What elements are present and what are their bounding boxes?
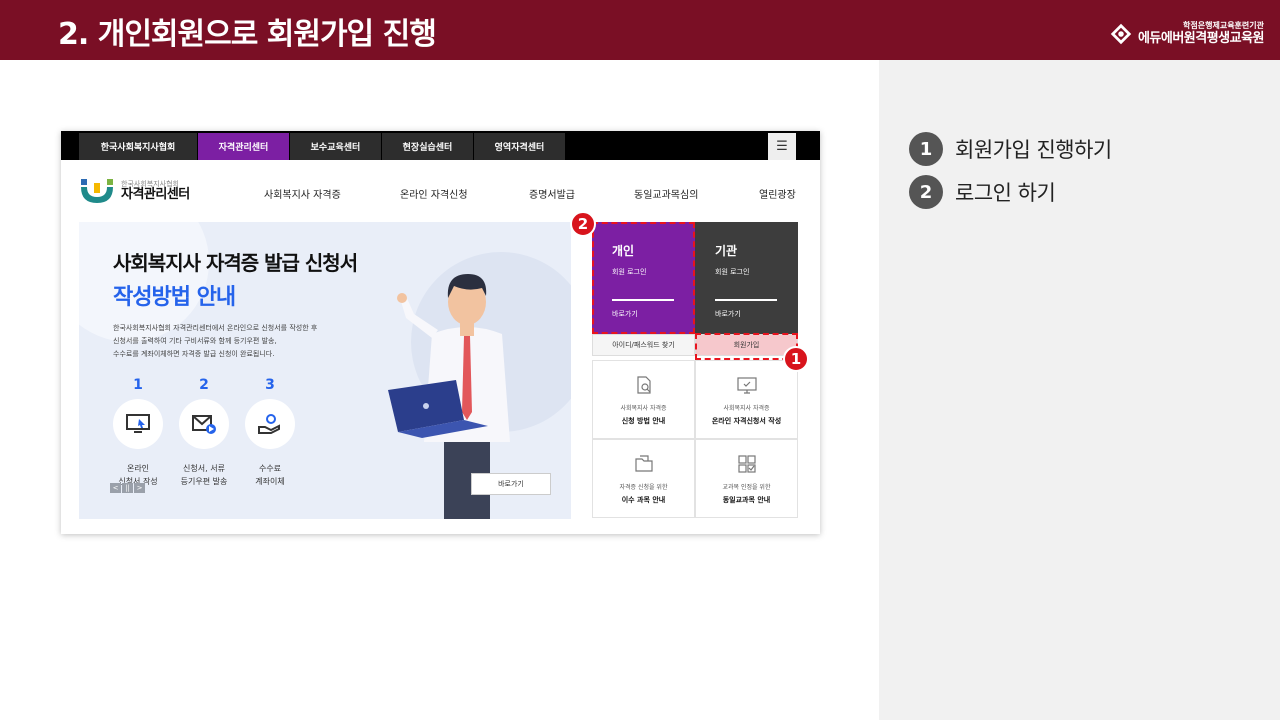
slide: 2. 개인회원으로 회원가입 진행 학점은행제교육훈련기관 에듀에버원격평생교육… [0, 0, 1280, 720]
monitor-cursor-icon [113, 399, 163, 449]
top-nav-domain-qualification[interactable]: 영역자격센터 [474, 133, 565, 160]
gnb-social-worker-license[interactable]: 사회복지사 자격증 [264, 186, 341, 201]
org-login-title: 기관 [715, 244, 738, 258]
monitor-icon [736, 377, 757, 394]
gnb-certificate-issue[interactable]: 증명서발급 [529, 186, 575, 201]
slider-pause-button[interactable]: || [122, 483, 133, 493]
slider-next-button[interactable]: > [134, 483, 145, 493]
org-login-box[interactable]: 기관 회원 로그인 바로가기 [695, 222, 798, 334]
gnb-online-application[interactable]: 온라인 자격신청 [400, 186, 468, 201]
step-text: 로그인 하기 [955, 181, 1056, 205]
hand-coin-icon [245, 399, 295, 449]
top-nav-association[interactable]: 한국사회복지사협회 [79, 133, 197, 160]
instruction-step-2: 2 로그인 하기 [909, 175, 1056, 209]
quick-link-online-form[interactable]: 사회복지사 자격증 온라인 자격신청서 작성 [695, 360, 798, 439]
step-text: 회원가입 진행하기 [955, 138, 1112, 162]
step-number: 2 [909, 175, 943, 209]
folder-icon [634, 455, 653, 472]
site-logo-mark-icon [81, 179, 113, 203]
brand-name: 에듀에버원격평생교육원 [1137, 31, 1265, 46]
slide-header: 2. 개인회원으로 회원가입 진행 학점은행제교육훈련기관 에듀에버원격평생교육… [0, 0, 1280, 60]
instruction-step-1: 1 회원가입 진행하기 [909, 132, 1112, 166]
hero-description: 한국사회복지사협회 자격관리센터에서 온라인으로 신청서를 작성한 후 신청서를… [113, 324, 318, 358]
hero-step-label: 수수료 계좌이체 [255, 464, 285, 486]
site-logo[interactable]: 한국사회복지사협회 자격관리센터 [79, 178, 190, 204]
gnb-course-review[interactable]: 동일교과목심의 [634, 186, 698, 201]
hero-banner: 사회복지사 자격증 발급 신청서 작성방법 안내 한국사회복지사협회 자격관리센… [79, 222, 571, 519]
logo-center-name: 자격관리센터 [121, 187, 190, 202]
quick-link-equivalent-courses[interactable]: 교과목 인정을 위한 동일교과목 안내 [695, 439, 798, 518]
brand-logo: 학점은행제교육훈련기관 에듀에버원격평생교육원 [1110, 21, 1265, 46]
top-nav-field-practice[interactable]: 현장실습센터 [382, 133, 473, 160]
top-nav-continuing-education[interactable]: 보수교육센터 [290, 133, 381, 160]
hero-subtitle: 작성방법 안내 [113, 285, 236, 310]
callout-personal-login-highlight [592, 222, 695, 334]
callout-badge-1: 1 [783, 346, 809, 372]
quick-link-required-courses[interactable]: 자격증 신청을 위한 이수 과목 안내 [592, 439, 695, 518]
slide-title: 2. 개인회원으로 회원가입 진행 [58, 17, 437, 52]
callout-badge-2: 2 [570, 211, 596, 237]
find-id-password-link[interactable]: 아이디/패스워드 찾기 [592, 334, 695, 356]
mail-send-icon [179, 399, 229, 449]
slider-controls: < || > [110, 483, 145, 493]
slider-prev-button[interactable]: < [110, 483, 121, 493]
hamburger-menu-icon[interactable]: ☰ [768, 133, 796, 160]
hero-step-number: 3 [265, 377, 275, 393]
doc-search-icon [636, 376, 651, 394]
top-nav-qualification-center[interactable]: 자격관리센터 [198, 133, 289, 160]
brand-mark-icon [1110, 23, 1132, 44]
quick-link-application-guide[interactable]: 사회복지사 자격증 신청 방법 안내 [592, 360, 695, 439]
brand-subtitle: 학점은행제교육훈련기관 [1183, 21, 1264, 30]
org-login-go[interactable]: 바로가기 [715, 309, 741, 319]
hero-go-button[interactable]: 바로가기 [471, 473, 551, 495]
gnb-open-square[interactable]: 열린광장 [759, 186, 796, 201]
org-login-sub: 회원 로그인 [715, 268, 750, 276]
grid-check-icon [737, 455, 756, 473]
hero-step-number: 2 [199, 377, 209, 393]
hero-step-number: 1 [133, 377, 143, 393]
step-number: 1 [909, 132, 943, 166]
site-top-nav: 한국사회복지사협회 자격관리센터 보수교육센터 현장실습센터 영역자격센터 ☰ [61, 131, 820, 160]
hero-title: 사회복지사 자격증 발급 신청서 [113, 251, 358, 275]
